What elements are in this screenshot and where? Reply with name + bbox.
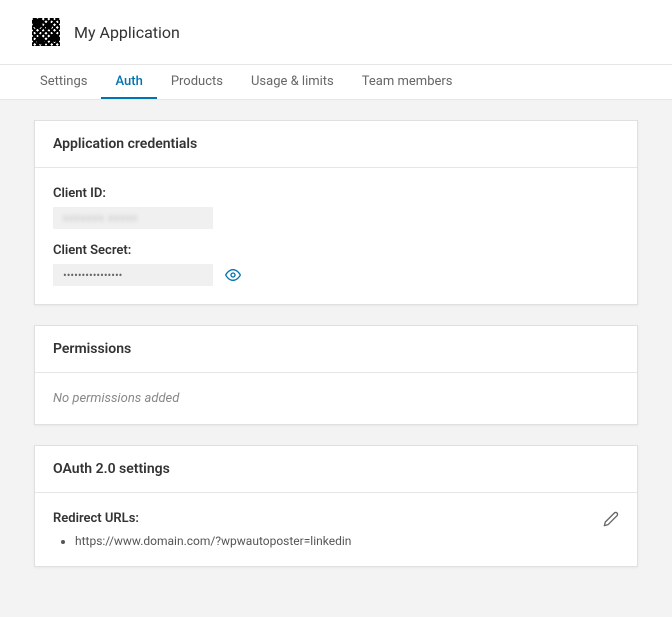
permissions-title: Permissions <box>53 341 131 357</box>
client-id-label: Client ID: <box>53 186 619 201</box>
redirect-urls-list: https://www.domain.com/?wpwautoposter=li… <box>53 534 603 548</box>
credentials-header: Application credentials <box>35 121 637 168</box>
eye-icon <box>225 267 241 283</box>
permissions-header: Permissions <box>35 326 637 373</box>
redirect-urls-label: Redirect URLs: <box>53 511 603 526</box>
oauth-header: OAuth 2.0 settings <box>35 446 637 493</box>
permissions-empty-text: No permissions added <box>53 391 619 406</box>
tab-products[interactable]: Products <box>157 65 237 99</box>
oauth-title: OAuth 2.0 settings <box>53 461 170 477</box>
client-secret-value: •••••••••••••••• <box>53 264 213 286</box>
tab-team-members[interactable]: Team members <box>348 65 467 99</box>
credentials-body: Client ID: xxxxxxx xxxxx Client Secret: … <box>35 168 637 304</box>
credentials-title: Application credentials <box>53 136 197 152</box>
client-secret-row: •••••••••••••••• <box>53 264 619 286</box>
permissions-body: No permissions added <box>35 373 637 424</box>
tabs-container: Settings Auth Products Usage & limits Te… <box>0 64 672 100</box>
client-id-value: xxxxxxx xxxxx <box>53 207 213 229</box>
oauth-card: OAuth 2.0 settings Redirect URLs: https:… <box>34 445 638 567</box>
tab-usage-limits[interactable]: Usage & limits <box>237 65 348 99</box>
app-title: My Application <box>74 23 180 42</box>
credentials-card: Application credentials Client ID: xxxxx… <box>34 120 638 305</box>
main-content: Application credentials Client ID: xxxxx… <box>0 100 672 617</box>
pencil-icon <box>603 511 619 527</box>
tab-auth[interactable]: Auth <box>101 65 156 99</box>
permissions-card: Permissions No permissions added <box>34 325 638 425</box>
edit-redirect-button[interactable] <box>603 511 619 531</box>
app-logo-icon <box>32 18 60 46</box>
client-secret-label: Client Secret: <box>53 243 619 258</box>
tabs: Settings Auth Products Usage & limits Te… <box>0 65 672 99</box>
tab-settings[interactable]: Settings <box>32 65 101 99</box>
oauth-body: Redirect URLs: https://www.domain.com/?w… <box>35 493 637 566</box>
reveal-secret-button[interactable] <box>225 267 241 283</box>
app-header: My Application <box>0 0 672 64</box>
client-id-row: xxxxxxx xxxxx <box>53 207 619 229</box>
redirect-url-item: https://www.domain.com/?wpwautoposter=li… <box>75 534 603 548</box>
